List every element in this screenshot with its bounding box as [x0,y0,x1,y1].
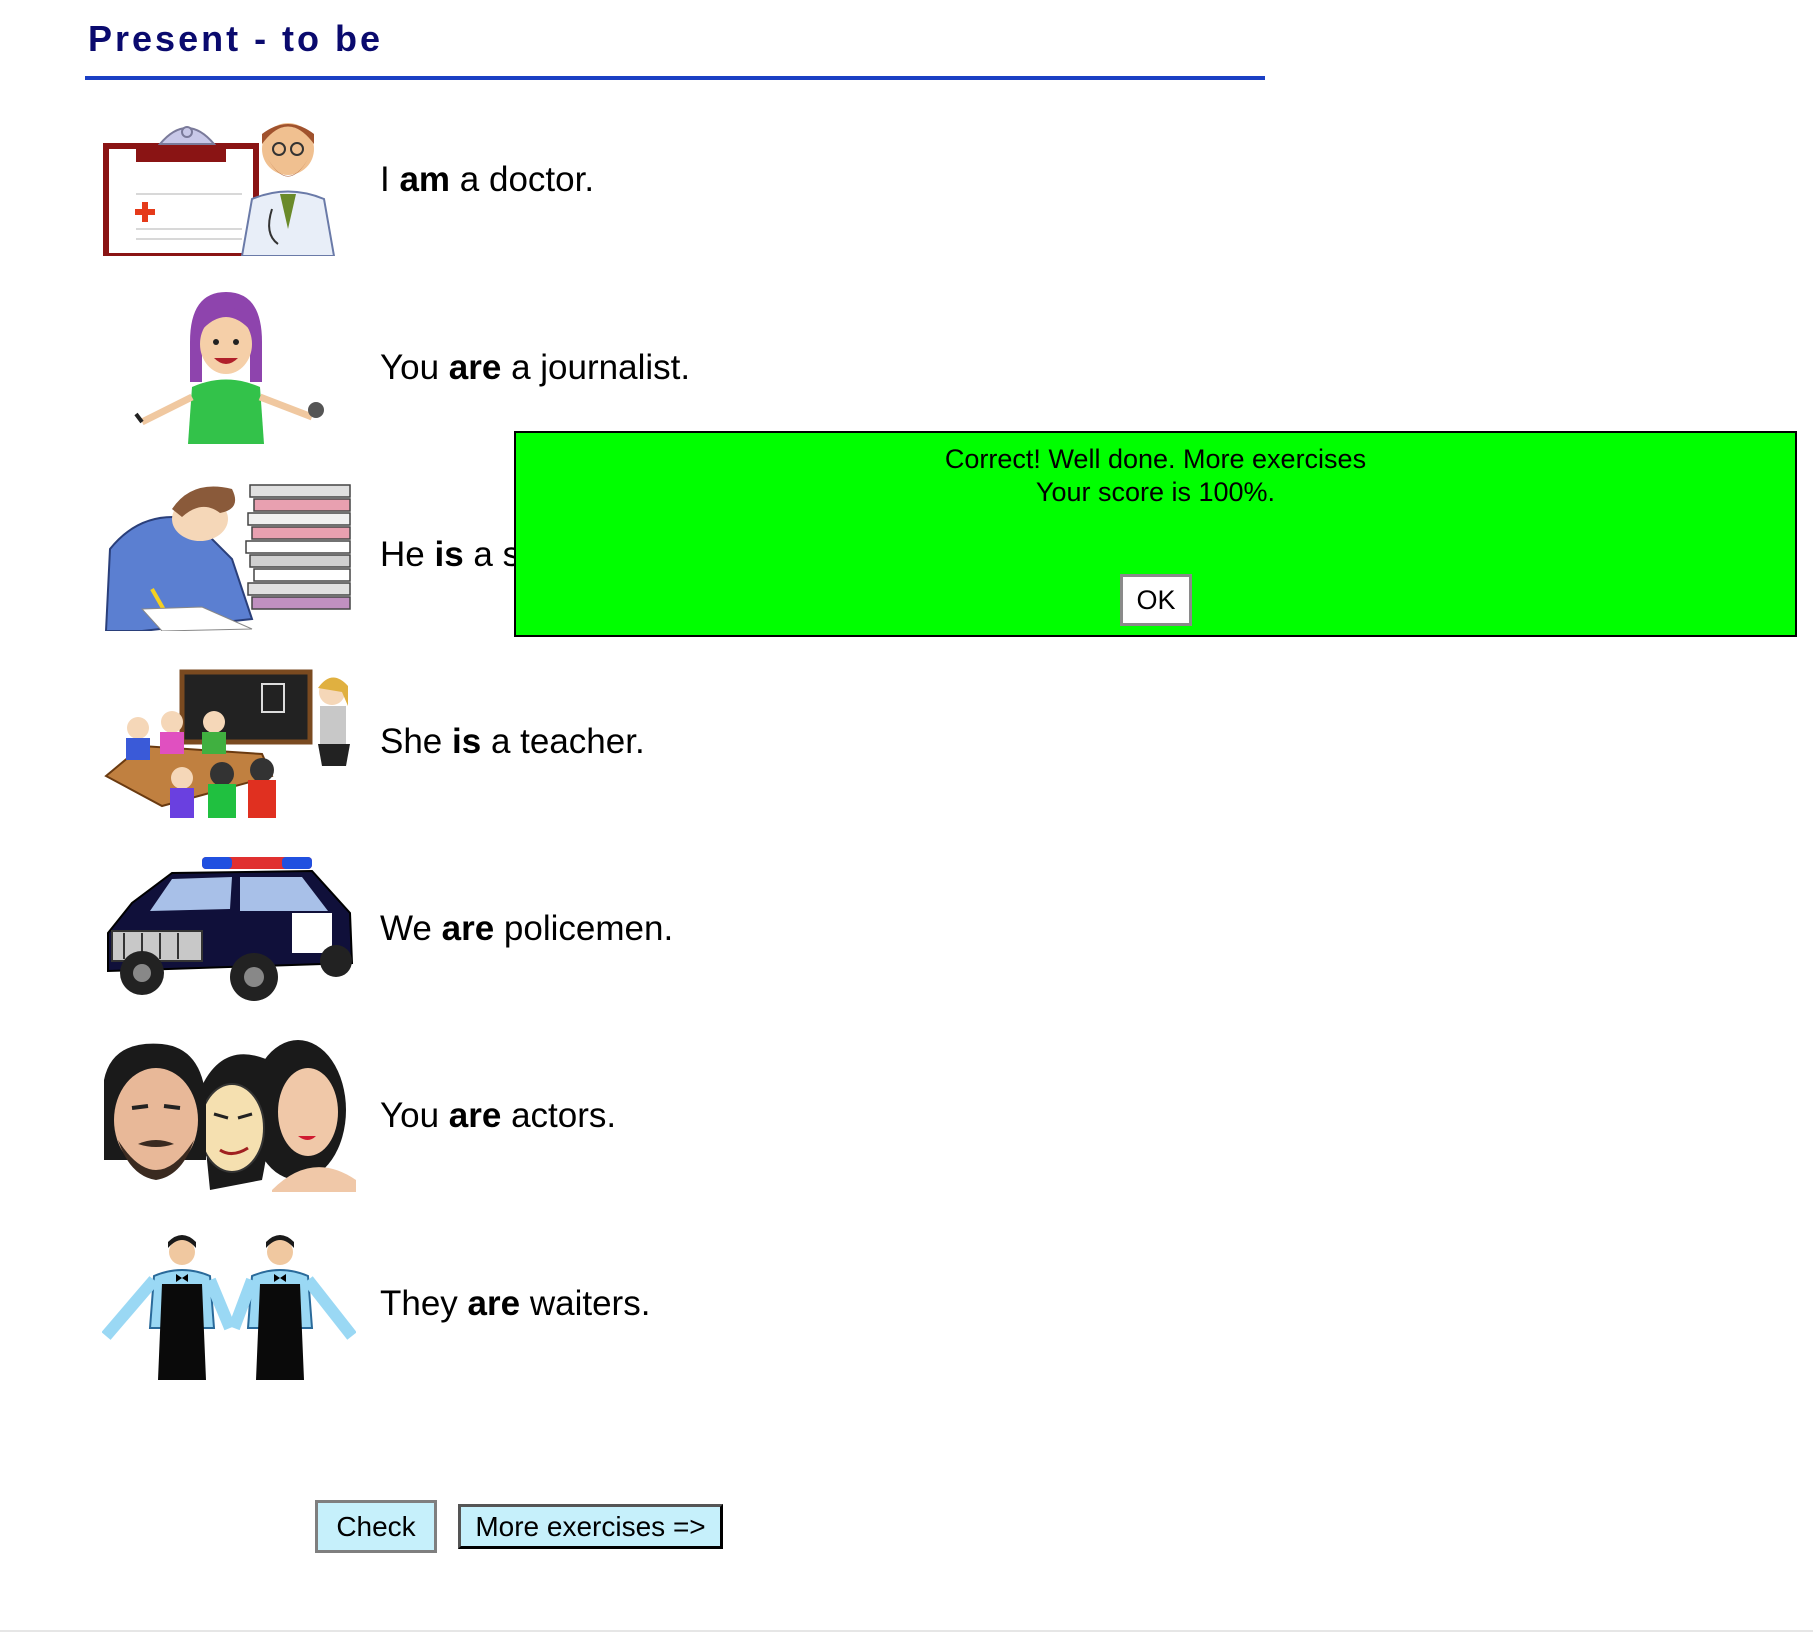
sentence-text: He is a s [380,535,521,574]
journalist-illustration [102,292,356,444]
sentence-row-6: You are actors. [102,1040,1102,1192]
sentence-text: We are policemen. [380,909,674,948]
verb-to-be: am [399,160,451,199]
sentence-row-1: I am a doctor. [102,104,1102,256]
verb-to-be: are [467,1284,521,1323]
verb-to-be: are [448,348,502,387]
verb-to-be: are [448,1096,502,1135]
verb-to-be: is [452,722,482,761]
sentence-row-2: You are a journalist. [102,292,1102,444]
sentence-text: You are a journalist. [380,348,691,387]
teacher-classroom-illustration [102,666,356,818]
feedback-message: Correct! Well done. More exercises [944,444,1367,474]
check-button[interactable]: Check [315,1500,437,1553]
actors-faces-illustration [102,1040,356,1192]
page-title: Present - to be [88,18,384,59]
verb-to-be: is [434,535,464,574]
title-divider [85,76,1265,80]
more-exercises-button[interactable]: More exercises => [458,1504,723,1549]
bottom-divider [0,1630,1813,1632]
sentence-text: You are actors. [380,1096,617,1135]
verb-to-be: are [441,909,495,948]
waiters-illustration [102,1228,356,1380]
student-illustration [102,479,356,631]
sentence-text: She is a teacher. [380,722,645,761]
score-message: Your score is 100%. [1035,477,1276,507]
doctor-illustration [102,104,356,256]
ok-button[interactable]: OK [1120,574,1192,626]
sentence-text: I am a doctor. [380,160,595,199]
police-car-illustration [102,853,356,1005]
sentence-row-4: She is a teacher. [102,666,1102,818]
sentence-row-5: We are policemen. [102,853,1102,1005]
feedback-popup: Correct! Well done. More exercises Your … [514,431,1797,637]
sentence-text: They are waiters. [380,1284,651,1323]
sentence-row-7: They are waiters. [102,1228,1102,1380]
